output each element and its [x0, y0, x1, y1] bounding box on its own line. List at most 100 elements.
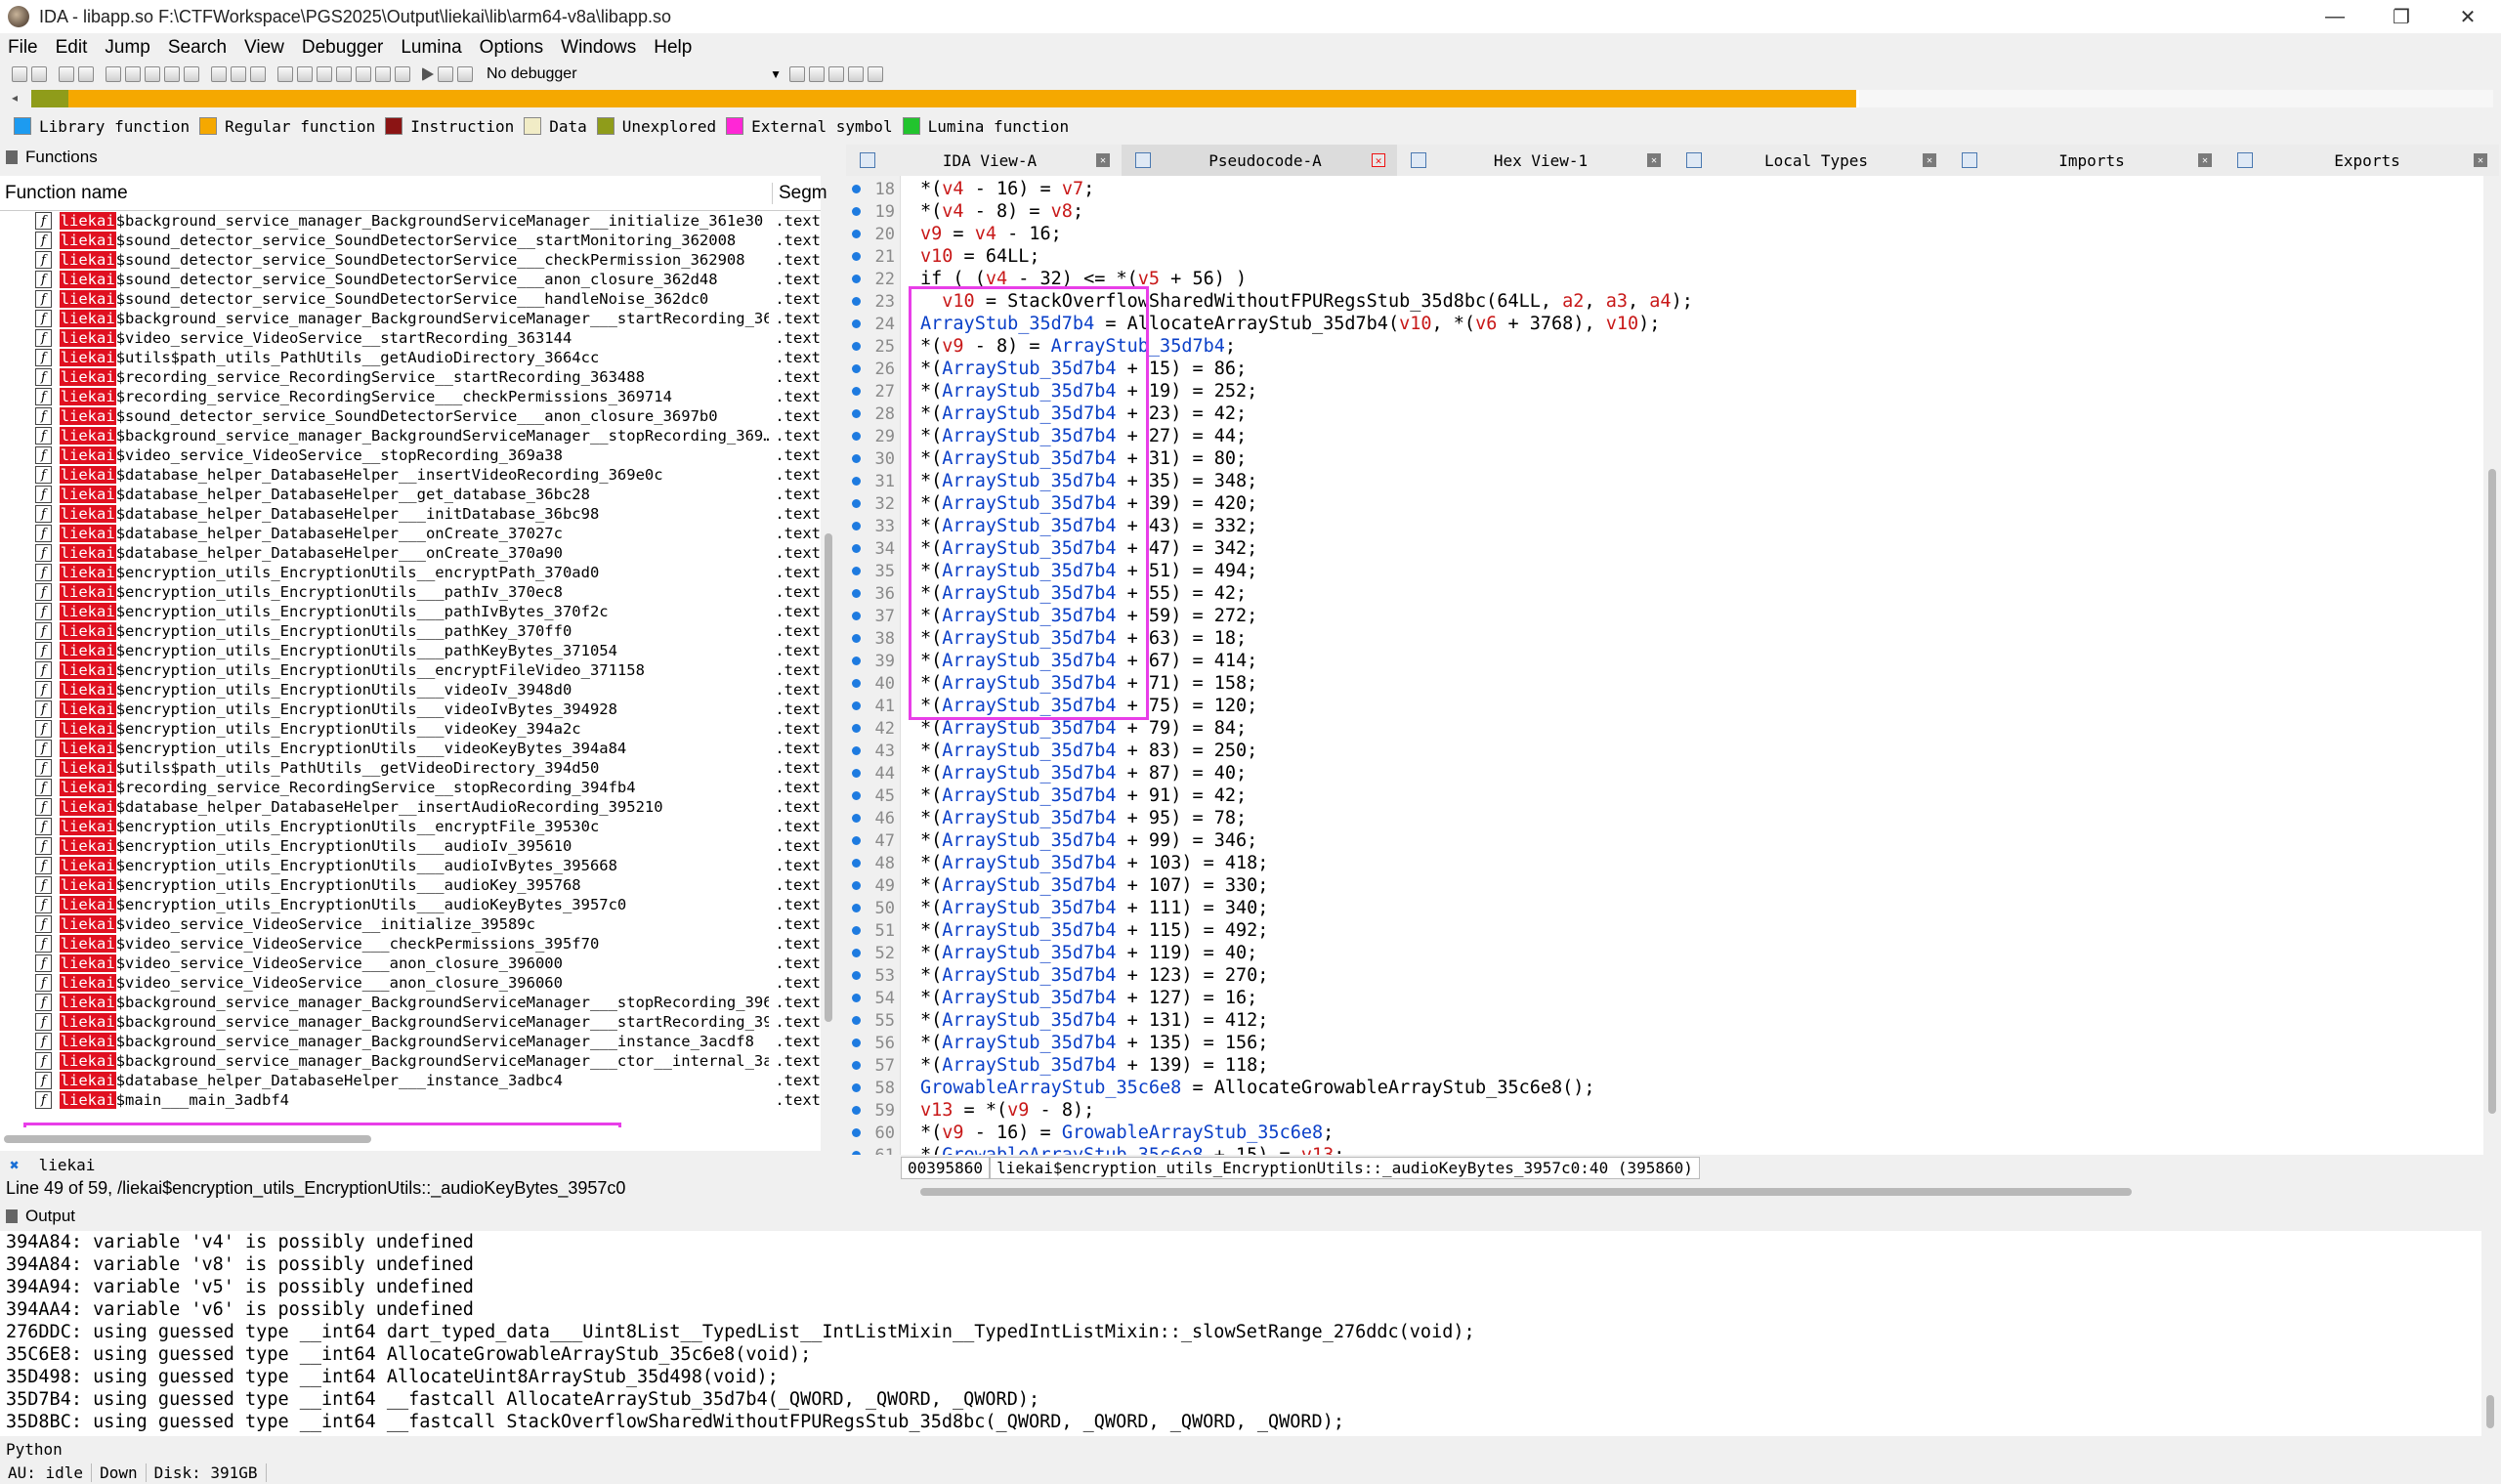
code-line[interactable]: 18 *(v4 - 16) = v7;	[846, 178, 2483, 200]
function-row[interactable]: f liekai $encryption_utils_EncryptionUtils…	[0, 660, 821, 680]
pseudocode-hscrollbar[interactable]	[901, 1182, 2483, 1202]
code-line[interactable]: 25 *(v9 - 8) = ArrayStub_35d7b4;	[846, 335, 2483, 358]
breakpoint-dot-icon[interactable]	[852, 454, 861, 463]
menu-file[interactable]: File	[0, 37, 48, 59]
close-tab-icon[interactable]: ✕	[1372, 153, 1385, 167]
menu-lumina[interactable]: Lumina	[393, 37, 471, 59]
function-row[interactable]: f liekai $encryption_utils_EncryptionUtils…	[0, 680, 821, 700]
function-row[interactable]: f liekai $utils$path_utils_PathUtils__getV…	[0, 758, 821, 778]
clear-filter-icon[interactable]: ✖	[10, 1156, 20, 1174]
code-line[interactable]: 30 *(ArrayStub_35d7b4 + 31) = 80;	[846, 447, 2483, 470]
function-icon[interactable]	[277, 66, 293, 82]
breakpoint-dot-icon[interactable]	[852, 522, 861, 530]
close-tab-icon[interactable]: ✕	[2474, 153, 2487, 167]
function-row[interactable]: f liekai $sound_detector_service_SoundDete…	[0, 270, 821, 289]
breakpoint-dot-icon[interactable]	[852, 701, 861, 710]
code-line[interactable]: 50 *(ArrayStub_35d7b4 + 111) = 340;	[846, 897, 2483, 919]
menu-debugger[interactable]: Debugger	[294, 37, 393, 59]
offset-icon[interactable]	[375, 66, 391, 82]
breakpoint-dot-icon[interactable]	[852, 589, 861, 598]
breakpoint-dot-icon[interactable]	[852, 836, 861, 845]
breakpoint-icon[interactable]	[789, 66, 805, 82]
breakpoint-dot-icon[interactable]	[852, 567, 861, 575]
function-row[interactable]: f liekai $background_service_manager_Backg…	[0, 211, 821, 231]
data-icon[interactable]	[231, 66, 246, 82]
function-row[interactable]: f liekai $video_service_VideoService___ano…	[0, 954, 821, 973]
scroll-thumb[interactable]	[4, 1135, 371, 1143]
stop-icon[interactable]	[457, 66, 473, 82]
pseudocode-view[interactable]: 18 *(v4 - 16) = v7; 19 *(v4 - 8) = v8; 20 v9 …	[846, 176, 2483, 1155]
breakpoint-dot-icon[interactable]	[852, 634, 861, 643]
code-line[interactable]: 42 *(ArrayStub_35d7b4 + 79) = 84;	[846, 717, 2483, 740]
breakpoint-dot-icon[interactable]	[852, 342, 861, 351]
scroll-thumb[interactable]	[920, 1188, 2132, 1196]
forward-icon[interactable]	[78, 66, 94, 82]
function-row[interactable]: f liekai $utils$path_utils_PathUtils__getA…	[0, 348, 821, 367]
scroll-thumb[interactable]	[825, 533, 832, 1022]
close-window-button[interactable]: ✕	[2435, 0, 2501, 33]
nav-scroll-left-icon[interactable]: ◂	[12, 91, 18, 105]
text-icon[interactable]	[145, 66, 160, 82]
code-line[interactable]: 29 *(ArrayStub_35d7b4 + 27) = 44;	[846, 425, 2483, 447]
code-line[interactable]: 19 *(v4 - 8) = v8;	[846, 200, 2483, 223]
start-debug-icon[interactable]	[422, 67, 434, 81]
functions-vscrollbar[interactable]	[823, 211, 834, 1198]
scroll-thumb[interactable]	[2488, 469, 2496, 1114]
tab-pseudocode-a[interactable]: Pseudocode-A ✕	[1122, 145, 1397, 176]
breakpoint-dot-icon[interactable]	[852, 319, 861, 328]
function-row[interactable]: f liekai $sound_detector_service_SoundDete…	[0, 406, 821, 426]
breakpoint-dot-icon[interactable]	[852, 275, 861, 283]
code-line[interactable]: 45 *(ArrayStub_35d7b4 + 91) = 42;	[846, 784, 2483, 807]
output-vscrollbar[interactable]	[2483, 1231, 2497, 1436]
array-icon[interactable]	[336, 66, 352, 82]
breakpoint-dot-icon[interactable]	[852, 230, 861, 238]
breakpoint-dot-icon[interactable]	[852, 724, 861, 733]
undefine-icon[interactable]	[250, 66, 266, 82]
function-row[interactable]: f liekai $encryption_utils_EncryptionUtils…	[0, 856, 821, 875]
function-row[interactable]: f liekai $sound_detector_service_SoundDete…	[0, 289, 821, 309]
breakpoint-dot-icon[interactable]	[852, 432, 861, 441]
breakpoint-dot-icon[interactable]	[852, 1106, 861, 1115]
function-row[interactable]: f liekai $video_service_VideoService__star…	[0, 328, 821, 348]
code-line[interactable]: 35 *(ArrayStub_35d7b4 + 51) = 494;	[846, 560, 2483, 582]
outdent-icon[interactable]	[868, 66, 883, 82]
close-tab-icon[interactable]: ✕	[1923, 153, 1936, 167]
code-line[interactable]: 61 *(GrowableArrayStub_35c6e8 + 15) = v13…	[846, 1144, 2483, 1155]
code-line[interactable]: 28 *(ArrayStub_35d7b4 + 23) = 42;	[846, 403, 2483, 425]
code-line[interactable]: 47 *(ArrayStub_35d7b4 + 99) = 346;	[846, 829, 2483, 852]
breakpoint-dot-icon[interactable]	[852, 679, 861, 688]
filter-input[interactable]: liekai	[29, 1153, 811, 1176]
close-tab-icon[interactable]: ✕	[1096, 153, 1110, 167]
breakpoint-dot-icon[interactable]	[852, 1061, 861, 1070]
code-line[interactable]: 36 *(ArrayStub_35d7b4 + 55) = 42;	[846, 582, 2483, 605]
code-line[interactable]: 43 *(ArrayStub_35d7b4 + 83) = 250;	[846, 740, 2483, 762]
function-row[interactable]: f liekai $sound_detector_service_SoundDete…	[0, 250, 821, 270]
tab-local-types[interactable]: Local Types ✕	[1673, 145, 1948, 176]
breakpoint-dot-icon[interactable]	[852, 971, 861, 980]
code-line[interactable]: 56 *(ArrayStub_35d7b4 + 135) = 156;	[846, 1032, 2483, 1054]
code-line[interactable]: 52 *(ArrayStub_35d7b4 + 119) = 40;	[846, 942, 2483, 964]
code-line[interactable]: 23 v10 = StackOverflowSharedWithoutFPURe…	[846, 290, 2483, 313]
breakpoint-dot-icon[interactable]	[852, 297, 861, 306]
function-row[interactable]: f liekai $background_service_manager_Backg…	[0, 309, 821, 328]
code-line[interactable]: 46 *(ArrayStub_35d7b4 + 95) = 78;	[846, 807, 2483, 829]
breakpoint-dot-icon[interactable]	[852, 814, 861, 823]
close-tab-icon[interactable]: ✕	[1647, 153, 1661, 167]
code-line[interactable]: 32 *(ArrayStub_35d7b4 + 39) = 420;	[846, 492, 2483, 515]
trace-icon[interactable]	[809, 66, 825, 82]
minimize-button[interactable]: —	[2302, 0, 2368, 33]
maximize-button[interactable]: ❐	[2368, 0, 2435, 33]
function-row[interactable]: f liekai $recording_service_RecordingServi…	[0, 387, 821, 406]
tab-ida-view-a[interactable]: IDA View-A ✕	[846, 145, 1122, 176]
function-row[interactable]: f liekai $database_helper_DatabaseHelper__…	[0, 524, 821, 543]
breakpoint-dot-icon[interactable]	[852, 791, 861, 800]
code-line[interactable]: 40 *(ArrayStub_35d7b4 + 71) = 158;	[846, 672, 2483, 695]
function-row[interactable]: f liekai $database_helper_DatabaseHelper__…	[0, 485, 821, 504]
code-line[interactable]: 59 v13 = *(v9 - 8);	[846, 1099, 2483, 1122]
code-line[interactable]: 55 *(ArrayStub_35d7b4 + 131) = 412;	[846, 1009, 2483, 1032]
open-file-icon[interactable]	[12, 66, 27, 82]
function-row[interactable]: f liekai $background_service_manager_Backg…	[0, 1032, 821, 1051]
function-row[interactable]: f liekai $encryption_utils_EncryptionUtils…	[0, 836, 821, 856]
breakpoint-dot-icon[interactable]	[852, 949, 861, 957]
breakpoint-dot-icon[interactable]	[852, 904, 861, 912]
